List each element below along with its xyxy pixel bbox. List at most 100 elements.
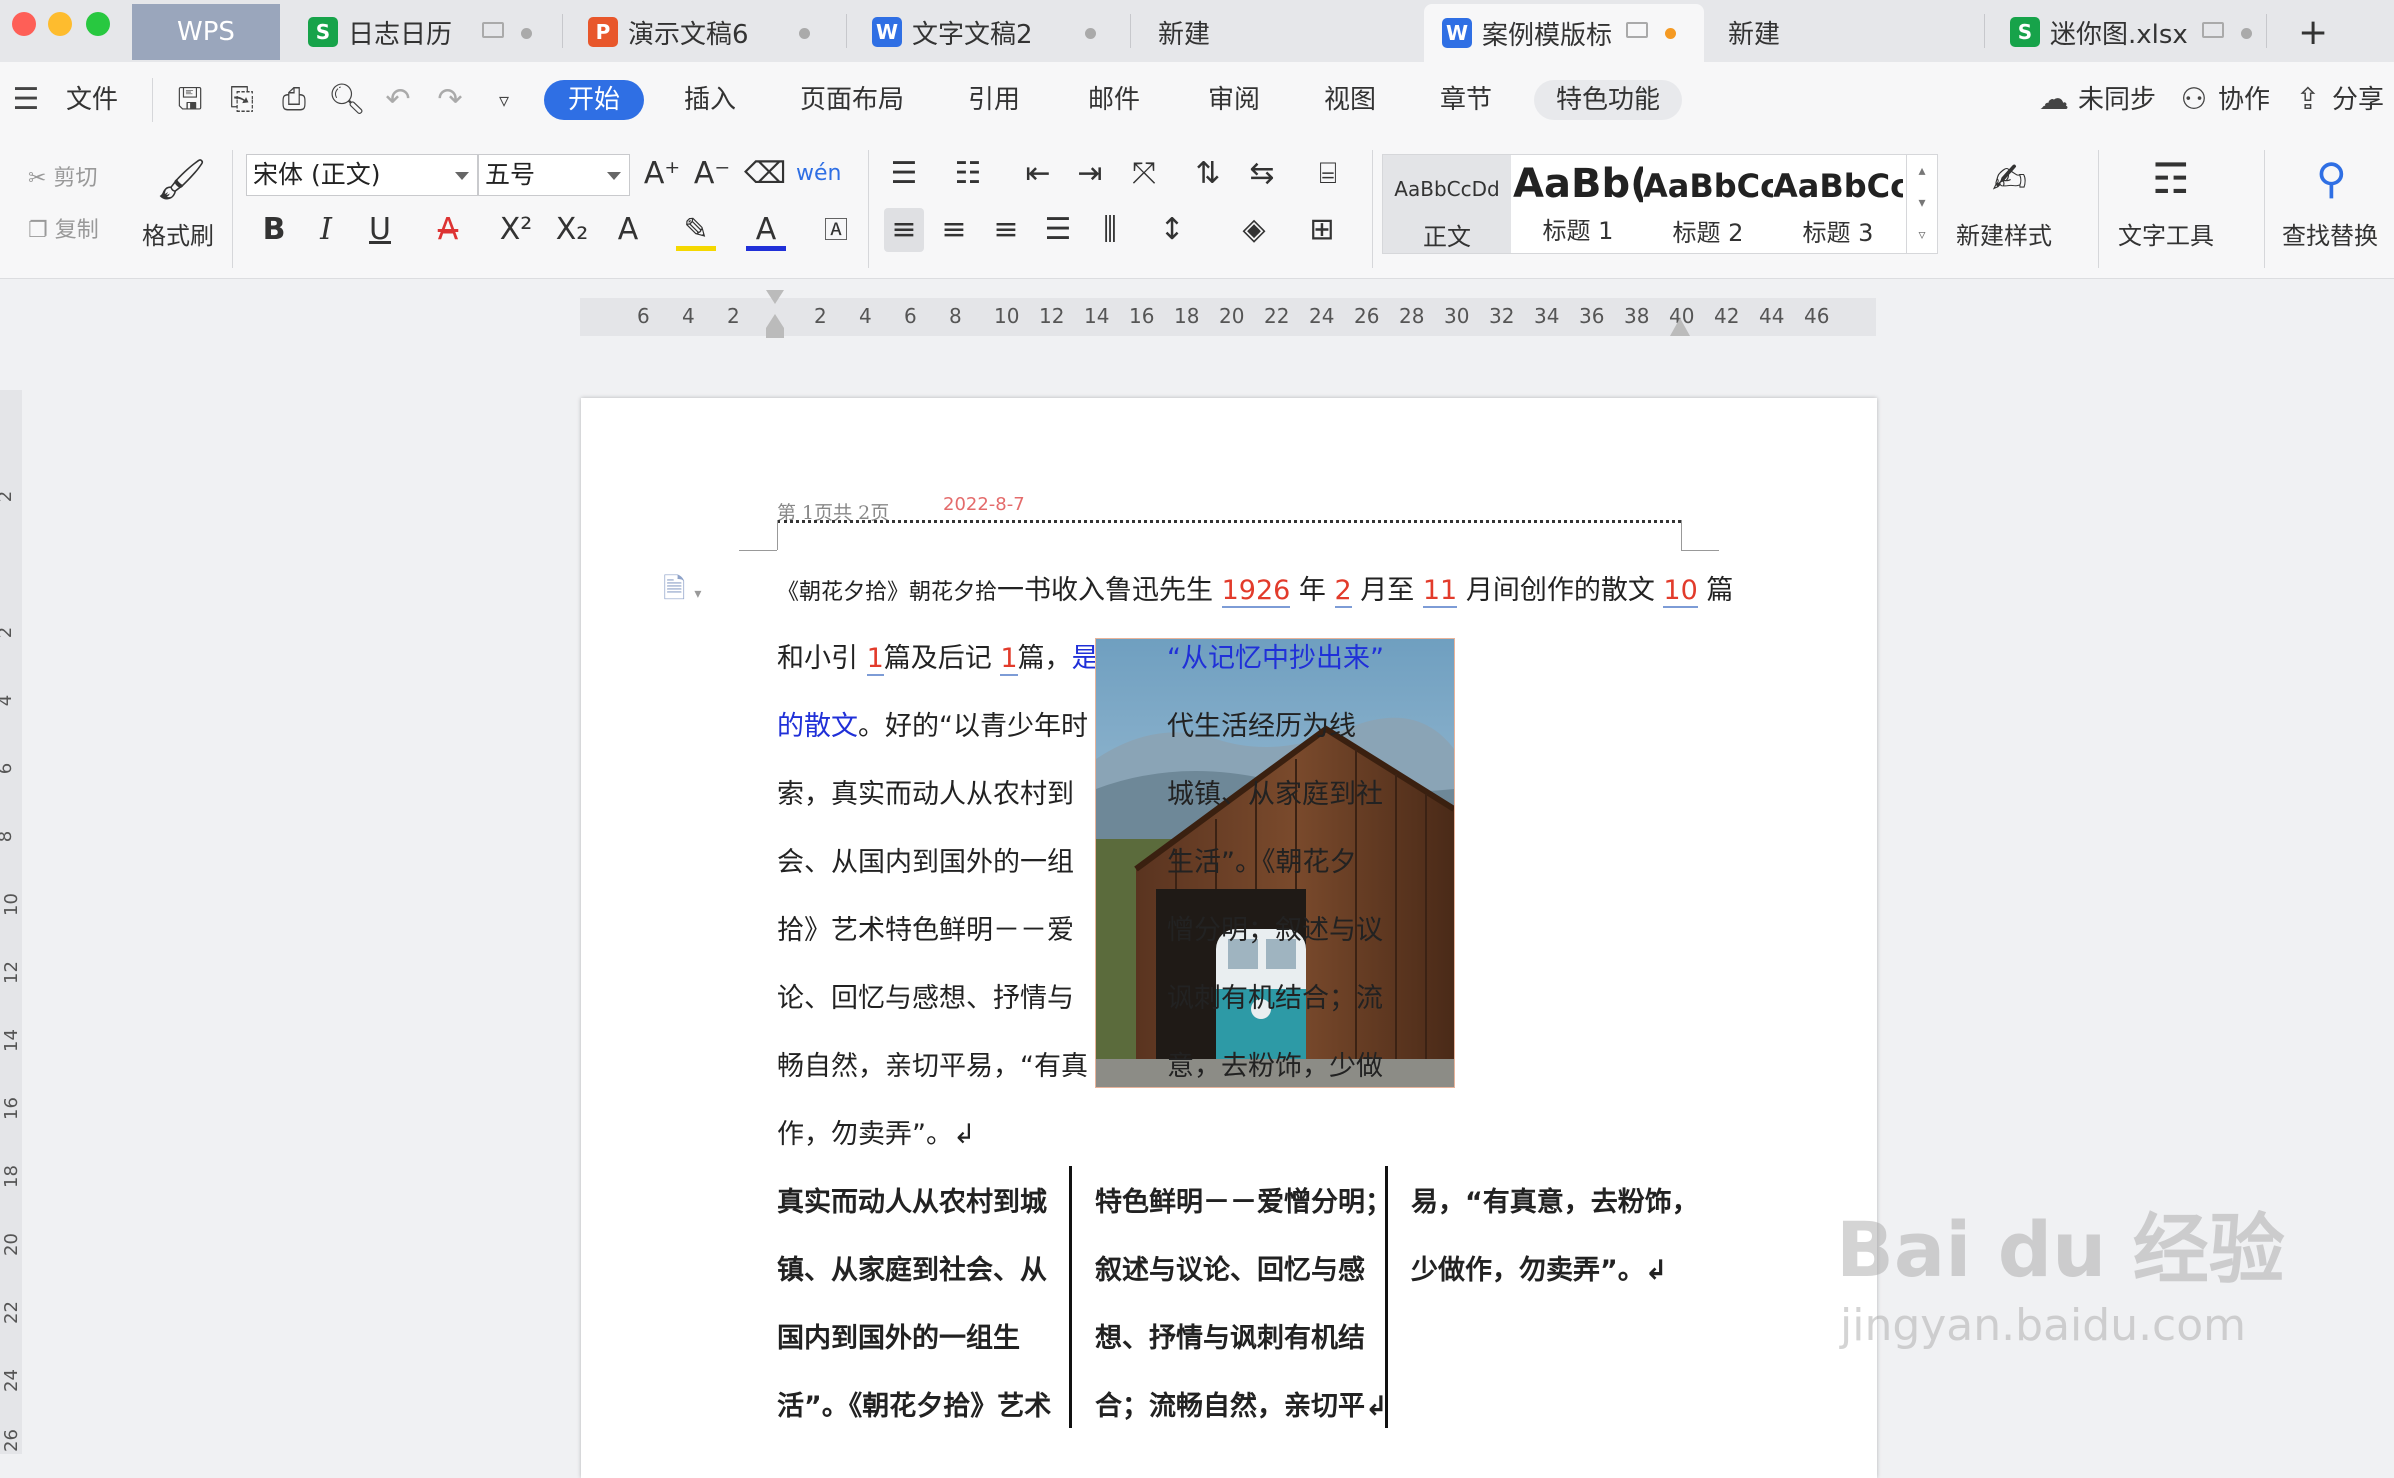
bold-icon[interactable]: B xyxy=(254,208,294,252)
tab-references[interactable]: 引用 xyxy=(968,80,1020,120)
indent-marker[interactable] xyxy=(766,290,784,346)
justify-icon[interactable]: ☰ xyxy=(1038,208,1078,252)
undo-icon[interactable]: ↶ xyxy=(380,82,416,118)
save-icon[interactable]: 🖫 xyxy=(172,82,208,118)
show-marks-icon[interactable]: ⌸ xyxy=(1308,152,1348,196)
tab-close-dot[interactable] xyxy=(799,28,810,39)
new-style-button[interactable]: 新建样式 xyxy=(1956,216,2052,251)
tab-new-1[interactable]: 新建 xyxy=(1140,4,1410,60)
hamburger-menu-icon[interactable]: ☰ xyxy=(8,82,44,118)
chinese-layout-icon[interactable]: ⤧ xyxy=(1124,152,1164,196)
grow-font-icon[interactable]: A⁺ xyxy=(642,152,682,196)
tab-mailings[interactable]: 邮件 xyxy=(1088,80,1140,120)
sync-status[interactable]: 未同步 xyxy=(2078,80,2156,120)
shading-icon[interactable]: ◈ xyxy=(1234,208,1274,252)
style-heading-2[interactable]: AaBbCc 标题 2 xyxy=(1643,155,1773,253)
minimize-window-button[interactable] xyxy=(48,12,72,36)
phonetic-guide-icon[interactable]: wén xyxy=(796,152,841,196)
decrease-indent-icon[interactable]: ⇤ xyxy=(1018,152,1058,196)
tab-close-dot[interactable] xyxy=(1085,28,1096,39)
tab-home[interactable]: 开始 xyxy=(544,80,645,120)
tab-case-template[interactable]: W 案例模版标 xyxy=(1424,4,1704,62)
text-effect-icon[interactable]: A xyxy=(608,208,648,252)
numbering-icon[interactable]: ☷ xyxy=(948,152,988,196)
tab-close-dot[interactable] xyxy=(521,28,532,39)
tab-insert[interactable]: 插入 xyxy=(684,80,736,120)
tab-close-dot[interactable] xyxy=(2241,28,2252,39)
style-gallery-scroll[interactable]: ▴ ▾ ▿ xyxy=(1906,155,1937,253)
tab-mini-chart[interactable]: S 迷你图.xlsx xyxy=(1992,4,2262,60)
ruler-tick-label: 36 xyxy=(1579,304,1605,328)
clear-format-icon[interactable]: ⌫ xyxy=(744,152,786,196)
font-size-select[interactable]: 五号 xyxy=(478,154,630,196)
align-right-icon[interactable]: ≡ xyxy=(986,208,1026,252)
text-tools-icon[interactable]: ☶ xyxy=(2152,154,2190,203)
paragraph-line-left: 作，勿卖弄”。↲ xyxy=(777,1119,976,1150)
find-replace-button[interactable]: 查找替换 xyxy=(2282,216,2378,251)
style-heading-3[interactable]: AaBbCc 标题 3 xyxy=(1773,155,1903,253)
copy-button[interactable]: ❐ 复制 xyxy=(28,212,99,244)
sort-icon[interactable]: ⇅ xyxy=(1188,152,1228,196)
tab-special-features[interactable]: 特色功能 xyxy=(1534,80,1683,120)
font-family-select[interactable]: 宋体 (正文) xyxy=(246,154,478,196)
text-direction-icon[interactable]: ⇆ xyxy=(1242,152,1282,196)
bold-col2-line: 特色鲜明－－爱憎分明； xyxy=(1095,1187,1392,1218)
ruler-tick-label: 6 xyxy=(637,304,650,328)
find-replace-icon[interactable]: ⚲ xyxy=(2316,154,2347,203)
document-side-icon[interactable]: 🗎 ▾ xyxy=(663,568,701,616)
paragraph-line-right: 代生活经历为线 xyxy=(1167,711,1356,742)
bold-col2-line: 合；流畅自然，亲切平↲ xyxy=(1095,1391,1388,1422)
highlight-icon[interactable]: ✎ xyxy=(676,208,716,251)
format-painter-button[interactable]: 格式刷 xyxy=(142,216,214,251)
tab-wps[interactable]: WPS xyxy=(132,4,280,60)
bold-col3-line: 易，“有真意，去粉饰， xyxy=(1411,1187,1699,1218)
style-heading-1[interactable]: AaBb( 标题 1 xyxy=(1513,155,1643,253)
borders-icon[interactable]: ⊞ xyxy=(1302,208,1342,252)
underline-icon[interactable]: U xyxy=(360,208,400,252)
new-tab-button[interactable]: + xyxy=(2280,4,2340,60)
print-icon[interactable]: ⎙ xyxy=(276,82,312,118)
shrink-font-icon[interactable]: A⁻ xyxy=(692,152,732,196)
tab-unsaved-dot[interactable] xyxy=(1665,28,1676,39)
distribute-icon[interactable]: ⫼ xyxy=(1090,208,1130,252)
zoom-window-button[interactable] xyxy=(86,12,110,36)
ruler-tick-label: 26 xyxy=(1354,304,1380,328)
vertical-ruler[interactable]: 22468101214161820222426 xyxy=(0,390,22,1454)
collaborate-button[interactable]: 协作 xyxy=(2218,80,2270,120)
tab-document2[interactable]: W 文字文稿2 xyxy=(854,4,1124,60)
char-border-icon[interactable]: 🄰 xyxy=(816,208,856,252)
line-spacing-icon[interactable]: ↕ xyxy=(1152,208,1192,252)
style-normal[interactable]: AaBbCcDd 正文 xyxy=(1383,155,1511,253)
export-pdf-icon[interactable]: ⎘ xyxy=(224,82,260,118)
tab-view[interactable]: 视图 xyxy=(1324,80,1376,120)
print-preview-icon[interactable]: 🔍︎ xyxy=(328,82,366,118)
tab-page-layout[interactable]: 页面布局 xyxy=(800,80,904,120)
superscript-icon[interactable]: X² xyxy=(496,208,536,252)
cut-button[interactable]: ✂ 剪切 xyxy=(28,160,97,192)
share-button[interactable]: 分享 xyxy=(2332,80,2384,120)
tab-presentation[interactable]: P 演示文稿6 xyxy=(570,4,838,60)
subscript-icon[interactable]: X₂ xyxy=(552,208,592,252)
new-style-icon[interactable]: ✍︎ xyxy=(1992,154,2027,203)
column-divider xyxy=(1385,1166,1388,1428)
italic-icon[interactable]: I xyxy=(306,208,346,252)
tab-review[interactable]: 审阅 xyxy=(1208,80,1260,120)
format-painter-icon[interactable]: 🖌︎ xyxy=(156,156,207,203)
text-tools-button[interactable]: 文字工具 xyxy=(2118,216,2214,251)
tab-rili[interactable]: S 日志日历 xyxy=(290,4,560,60)
tab-new-2[interactable]: 新建 xyxy=(1710,4,1980,60)
bullets-icon[interactable]: ☰ xyxy=(884,152,924,196)
font-color-icon[interactable]: A xyxy=(746,208,786,251)
strikethrough-icon[interactable]: A xyxy=(428,208,468,252)
align-center-icon[interactable]: ≡ xyxy=(934,208,974,252)
tab-label: 新建 xyxy=(1158,19,1211,50)
align-left-icon[interactable]: ≡ xyxy=(884,208,924,252)
tab-chapter[interactable]: 章节 xyxy=(1440,80,1492,120)
customize-toolbar-icon[interactable]: ▿ xyxy=(486,82,522,118)
increase-indent-icon[interactable]: ⇥ xyxy=(1070,152,1110,196)
right-indent-marker[interactable] xyxy=(1670,318,1690,336)
redo-icon[interactable]: ↷ xyxy=(432,82,468,118)
menu-file[interactable]: 文件 xyxy=(66,80,118,120)
document-page[interactable]: 第 1页共 2页 2022-8-7 🗎 ▾ 《朝花夕拾》朝花夕拾一书收入鲁迅先生… xyxy=(581,398,1877,1478)
close-window-button[interactable] xyxy=(12,12,36,36)
